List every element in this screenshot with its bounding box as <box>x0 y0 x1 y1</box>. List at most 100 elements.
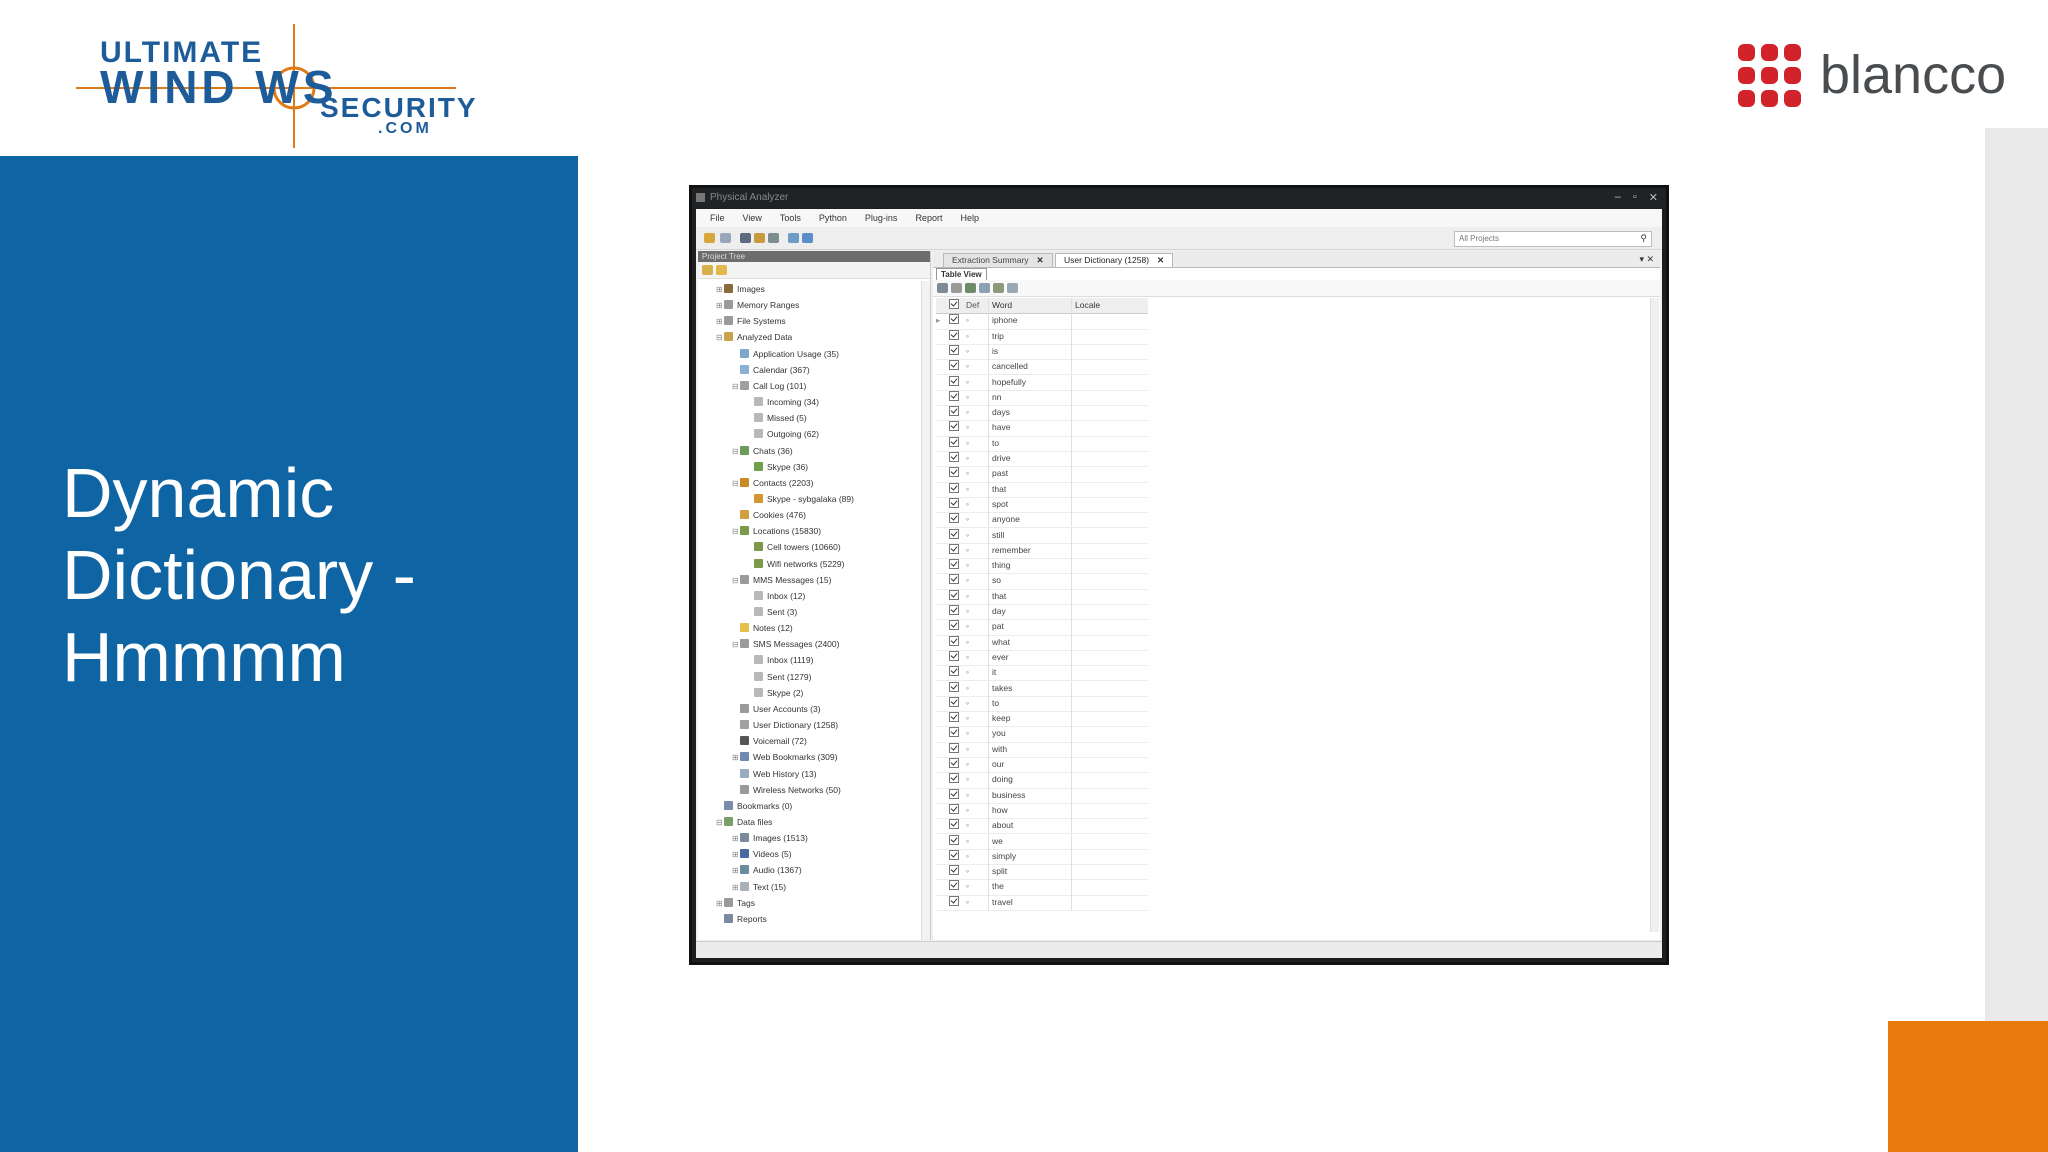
table-row[interactable]: ◦ what <box>936 634 1148 651</box>
tree-item[interactable]: Skype (36) <box>746 459 808 475</box>
row-checkbox[interactable] <box>949 849 961 864</box>
row-selector[interactable] <box>936 420 946 435</box>
table-row[interactable]: ◦ have <box>936 420 1148 437</box>
tree-expander-icon[interactable]: ⊞ <box>732 831 740 847</box>
row-checkbox[interactable] <box>949 864 961 879</box>
row-selector[interactable] <box>936 757 946 772</box>
tree-expander-icon[interactable]: ⊞ <box>716 896 724 912</box>
table-row[interactable]: ◦ business <box>936 787 1148 804</box>
row-selector[interactable] <box>936 772 946 787</box>
tree-expander-icon[interactable]: ⊟ <box>732 476 740 492</box>
row-checkbox[interactable] <box>949 543 961 558</box>
row-selector[interactable] <box>936 558 946 573</box>
tree-item[interactable]: Inbox (12) <box>746 588 805 604</box>
tree-expander-icon[interactable]: ⊞ <box>716 314 724 330</box>
tree-item[interactable]: Application Usage (35) <box>732 346 839 362</box>
search-box[interactable]: ⚲ <box>1454 231 1652 247</box>
tree-item[interactable]: ⊟ Contacts (2203) <box>732 475 813 491</box>
table-row[interactable]: ◦ the <box>936 879 1148 896</box>
tree-item[interactable]: ⊞ Audio (1367) <box>732 862 802 878</box>
row-checkbox[interactable] <box>949 788 961 803</box>
row-selector[interactable] <box>936 650 946 665</box>
menu-help[interactable]: Help <box>960 209 979 227</box>
table-row[interactable]: ◦ our <box>936 757 1148 774</box>
row-selector[interactable] <box>936 512 946 527</box>
tree-item[interactable]: ⊟ Call Log (101) <box>732 378 806 394</box>
row-checkbox[interactable] <box>949 818 961 833</box>
row-selector[interactable] <box>936 344 946 359</box>
row-checkbox[interactable] <box>949 589 961 604</box>
row-selector[interactable] <box>936 543 946 558</box>
table-row[interactable]: ◦ anyone <box>936 512 1148 529</box>
row-selector[interactable] <box>936 834 946 849</box>
extract-icon[interactable] <box>754 233 765 243</box>
table-scrollbar[interactable] <box>1650 298 1659 932</box>
export-icon[interactable] <box>965 283 976 293</box>
table-row[interactable]: ◦ split <box>936 864 1148 881</box>
row-selector[interactable] <box>936 742 946 757</box>
row-checkbox[interactable] <box>949 696 961 711</box>
tree-item[interactable]: Bookmarks (0) <box>716 798 792 814</box>
menu-plugins[interactable]: Plug-ins <box>865 209 898 227</box>
tree-expander-icon[interactable]: ⊞ <box>732 863 740 879</box>
tree-item[interactable]: Sent (3) <box>746 604 797 620</box>
row-checkbox[interactable] <box>949 711 961 726</box>
row-checkbox[interactable] <box>949 405 961 420</box>
tree-expander-icon[interactable]: ⊞ <box>716 298 724 314</box>
row-checkbox[interactable] <box>949 329 961 344</box>
row-checkbox[interactable] <box>949 803 961 818</box>
row-selector[interactable] <box>936 589 946 604</box>
table-row[interactable]: ◦ with <box>936 741 1148 758</box>
row-selector[interactable] <box>936 436 946 451</box>
row-selector[interactable] <box>936 451 946 466</box>
row-checkbox[interactable] <box>949 466 961 481</box>
open-case-icon[interactable] <box>720 233 731 243</box>
filter-icon[interactable] <box>937 283 948 293</box>
menu-python[interactable]: Python <box>819 209 847 227</box>
row-selector[interactable] <box>936 696 946 711</box>
row-checkbox[interactable] <box>949 375 961 390</box>
tree-tool-icon[interactable] <box>702 265 713 275</box>
table-row[interactable]: ◦ that <box>936 588 1148 605</box>
column-header-locale[interactable]: Locale <box>1071 298 1152 314</box>
table-row[interactable]: ◦ how <box>936 802 1148 820</box>
maximize-button[interactable]: ▫ <box>1633 191 1637 204</box>
search-icon[interactable]: ⚲ <box>1640 233 1647 244</box>
row-selector[interactable] <box>936 375 946 390</box>
row-checkbox[interactable] <box>949 619 961 634</box>
tree-item[interactable]: Skype - sybgalaka (89) <box>746 491 854 507</box>
minimize-button[interactable]: – <box>1615 191 1621 204</box>
row-checkbox[interactable] <box>949 420 961 435</box>
table-row[interactable]: ◦ doing <box>936 772 1148 789</box>
table-row[interactable]: ◦ to <box>936 695 1148 713</box>
tree-item[interactable]: Inbox (1119) <box>746 652 813 668</box>
tree-item[interactable]: ⊞ Images <box>716 281 765 297</box>
row-checkbox[interactable] <box>949 359 961 374</box>
row-selector[interactable] <box>936 879 946 894</box>
row-selector[interactable] <box>936 711 946 726</box>
table-row[interactable]: ◦ still <box>936 527 1148 544</box>
save-icon[interactable] <box>740 233 751 243</box>
row-selector[interactable] <box>936 619 946 634</box>
row-checkbox[interactable] <box>949 726 961 741</box>
close-icon[interactable]: ✕ <box>1157 255 1164 265</box>
table-row[interactable]: ◦ that <box>936 481 1148 498</box>
row-selector[interactable] <box>936 359 946 374</box>
tree-item[interactable]: ⊞ Tags <box>716 895 755 911</box>
tree-item[interactable]: Sent (1279) <box>746 669 811 685</box>
table-row[interactable]: ◦ you <box>936 726 1148 743</box>
columns-icon[interactable] <box>979 283 990 293</box>
table-row[interactable]: ◦ is <box>936 343 1148 361</box>
search-input[interactable] <box>1455 232 1639 244</box>
row-selector[interactable] <box>936 665 946 680</box>
tree-item[interactable]: Skype (2) <box>746 685 803 701</box>
tree-expander-icon[interactable]: ⊟ <box>732 379 740 395</box>
tree-item[interactable]: ⊟ Data files <box>716 814 772 830</box>
table-row[interactable]: ◦ takes <box>936 680 1148 697</box>
tree-expander-icon[interactable]: ⊟ <box>732 637 740 653</box>
tree-item[interactable]: Web History (13) <box>732 766 817 782</box>
table-row[interactable]: ◦ ever <box>936 649 1148 667</box>
row-selector[interactable] <box>936 390 946 405</box>
tree-item[interactable]: User Dictionary (1258) <box>732 717 838 733</box>
tree-item[interactable]: User Accounts (3) <box>732 701 821 717</box>
